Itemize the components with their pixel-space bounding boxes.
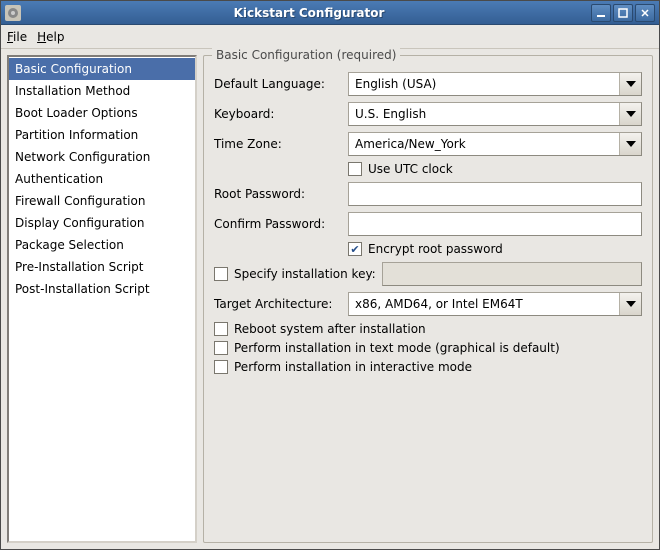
target-arch-combo[interactable]: x86, AMD64, or Intel EM64T [348,292,642,316]
sidebar-item-authentication[interactable]: Authentication [9,168,195,190]
text-mode-checkbox[interactable] [214,341,228,355]
minimize-button[interactable] [591,4,611,22]
root-password-input[interactable] [355,186,635,202]
keyboard-combo[interactable]: U.S. English [348,102,642,126]
chevron-down-icon [619,293,641,315]
sidebar: Basic Configuration Installation Method … [7,55,197,543]
default-language-value: English (USA) [355,77,436,91]
timezone-label: Time Zone: [214,137,342,151]
encrypt-root-checkbox[interactable]: ✔ [348,242,362,256]
chevron-down-icon [619,103,641,125]
app-icon [5,5,21,21]
timezone-value: America/New_York [355,137,466,151]
keyboard-label: Keyboard: [214,107,342,121]
root-password-field[interactable] [348,182,642,206]
window-buttons [591,4,655,22]
target-arch-value: x86, AMD64, or Intel EM64T [355,297,523,311]
timezone-combo[interactable]: America/New_York [348,132,642,156]
groupbox-legend: Basic Configuration (required) [212,48,400,62]
default-language-combo[interactable]: English (USA) [348,72,642,96]
root-password-label: Root Password: [214,187,342,201]
sidebar-item-firewall-configuration[interactable]: Firewall Configuration [9,190,195,212]
specify-key-input [389,266,635,282]
app-window: Kickstart Configurator File Help Basic C… [0,0,660,550]
use-utc-label: Use UTC clock [368,162,453,176]
basic-config-groupbox: Basic Configuration (required) Default L… [203,55,653,543]
chevron-down-icon [619,73,641,95]
body: Basic Configuration Installation Method … [1,49,659,549]
sidebar-item-package-selection[interactable]: Package Selection [9,234,195,256]
interactive-label: Perform installation in interactive mode [234,360,472,374]
sidebar-item-basic-configuration[interactable]: Basic Configuration [9,58,195,80]
titlebar: Kickstart Configurator [1,1,659,25]
text-mode-label: Perform installation in text mode (graph… [234,341,560,355]
interactive-checkbox[interactable] [214,360,228,374]
sidebar-item-partition-information[interactable]: Partition Information [9,124,195,146]
sidebar-item-pre-installation-script[interactable]: Pre-Installation Script [9,256,195,278]
use-utc-checkbox[interactable] [348,162,362,176]
sidebar-item-installation-method[interactable]: Installation Method [9,80,195,102]
reboot-label: Reboot system after installation [234,322,426,336]
menu-file[interactable]: File [7,30,27,44]
target-arch-label: Target Architecture: [214,297,342,311]
window-title: Kickstart Configurator [27,6,591,20]
confirm-password-input[interactable] [355,216,635,232]
default-language-label: Default Language: [214,77,342,91]
specify-key-checkbox[interactable] [214,267,228,281]
maximize-button[interactable] [613,4,633,22]
close-button[interactable] [635,4,655,22]
confirm-password-label: Confirm Password: [214,217,342,231]
encrypt-root-label: Encrypt root password [368,242,503,256]
chevron-down-icon [619,133,641,155]
sidebar-item-post-installation-script[interactable]: Post-Installation Script [9,278,195,300]
sidebar-item-network-configuration[interactable]: Network Configuration [9,146,195,168]
sidebar-item-boot-loader-options[interactable]: Boot Loader Options [9,102,195,124]
reboot-checkbox[interactable] [214,322,228,336]
specify-key-field [382,262,642,286]
specify-key-label: Specify installation key: [234,267,376,281]
keyboard-value: U.S. English [355,107,426,121]
menubar: File Help [1,25,659,49]
menu-help[interactable]: Help [37,30,64,44]
confirm-password-field[interactable] [348,212,642,236]
sidebar-item-display-configuration[interactable]: Display Configuration [9,212,195,234]
main-panel: Basic Configuration (required) Default L… [203,55,653,543]
